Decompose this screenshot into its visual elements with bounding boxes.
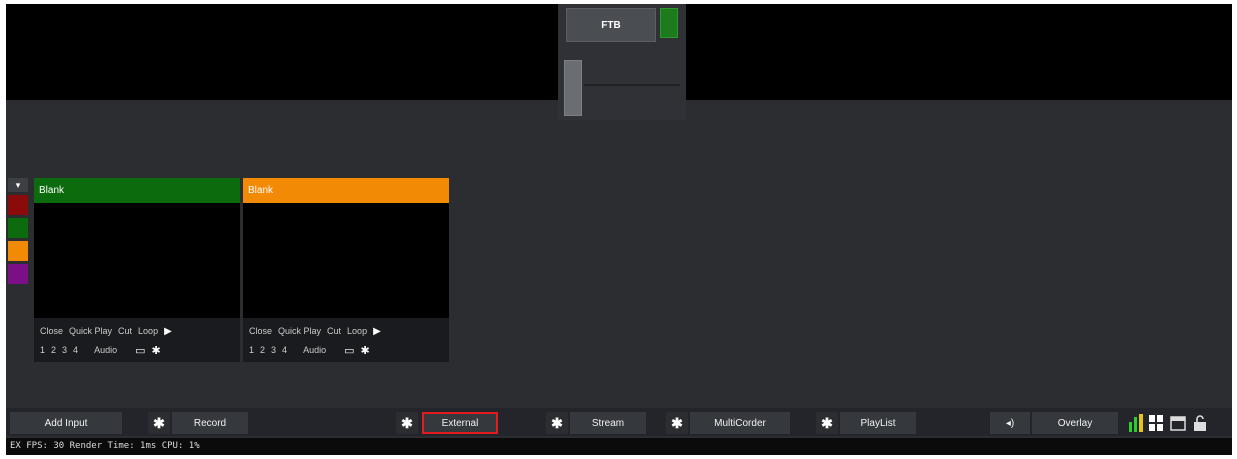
audio-button[interactable]: Audio (94, 345, 117, 355)
status-bar: EX FPS: 30 Render Time: 1ms CPU: 1% (6, 438, 1232, 455)
external-button[interactable]: External (422, 412, 498, 434)
overlay-3-button[interactable]: 3 (62, 345, 67, 355)
input-tile[interactable]: Blank Close Quick Play Cut Loop ▶ 1 2 3 … (34, 178, 240, 362)
close-button[interactable]: Close (249, 326, 272, 336)
audio-button[interactable]: Audio (303, 345, 326, 355)
cut-button[interactable]: Cut (327, 326, 341, 336)
play-icon[interactable]: ▶ (373, 326, 381, 337)
overlay-4-button[interactable]: 4 (282, 345, 287, 355)
color-filter-strip: ▾ (8, 178, 28, 287)
loop-button[interactable]: Loop (138, 326, 158, 336)
color-filter-purple[interactable] (8, 264, 28, 284)
playlist-settings-gear-icon[interactable]: ✱ (816, 412, 838, 434)
settings-gear-icon[interactable]: ✱ (152, 344, 161, 357)
overlay-button[interactable]: Overlay (1032, 412, 1118, 434)
bottom-toolbar: Add Input ✱ Record ✱ External ✱ Stream ✱… (6, 408, 1232, 436)
overlay-1-button[interactable]: 1 (40, 345, 45, 355)
color-filter-orange[interactable] (8, 241, 28, 261)
playlist-button[interactable]: PlayList (840, 412, 916, 434)
multicorder-settings-gear-icon[interactable]: ✱ (666, 412, 688, 434)
transition-panel: FTB (558, 4, 686, 120)
tbar-track (584, 84, 680, 86)
external-settings-gear-icon[interactable]: ✱ (396, 412, 418, 434)
stream-settings-gear-icon[interactable]: ✱ (546, 412, 568, 434)
ftb-button[interactable]: FTB (566, 8, 656, 42)
quick-play-button[interactable]: Quick Play (69, 326, 112, 336)
input-overlay-controls: 1 2 3 4 Audio ▭ ✱ (34, 340, 240, 360)
record-settings-gear-icon[interactable]: ✱ (148, 412, 170, 434)
input-preview[interactable] (34, 203, 240, 318)
close-button[interactable]: Close (40, 326, 63, 336)
app-window: FTB ▾ Blank Close Quick Play Cut Loop ▶ … (6, 4, 1232, 455)
overlay-4-button[interactable]: 4 (73, 345, 78, 355)
quick-play-button[interactable]: Quick Play (278, 326, 321, 336)
loop-button[interactable]: Loop (347, 326, 367, 336)
multiview-grid-icon[interactable] (1148, 414, 1164, 432)
stream-button[interactable]: Stream (570, 412, 646, 434)
multicorder-button[interactable]: MultiCorder (690, 412, 790, 434)
lock-icon[interactable] (1192, 414, 1208, 432)
speaker-icon[interactable]: ◂) (990, 412, 1030, 434)
ftb-indicator (660, 8, 678, 38)
input-controls: Close Quick Play Cut Loop ▶ (34, 322, 240, 340)
input-controls: Close Quick Play Cut Loop ▶ (243, 322, 449, 340)
tbar-handle[interactable] (564, 60, 582, 116)
monitor-icon[interactable]: ▭ (135, 344, 145, 357)
color-filter-green[interactable] (8, 218, 28, 238)
collapse-button[interactable]: ▾ (8, 178, 28, 192)
calendar-icon[interactable] (1170, 414, 1186, 432)
settings-gear-icon[interactable]: ✱ (361, 344, 370, 357)
input-tile[interactable]: Blank Close Quick Play Cut Loop ▶ 1 2 3 … (243, 178, 449, 362)
overlay-2-button[interactable]: 2 (51, 345, 56, 355)
color-filter-red[interactable] (8, 195, 28, 215)
input-preview[interactable] (243, 203, 449, 318)
audio-meter-icon[interactable] (1128, 414, 1144, 432)
input-overlay-controls: 1 2 3 4 Audio ▭ ✱ (243, 340, 449, 360)
monitor-icon[interactable]: ▭ (344, 344, 354, 357)
play-icon[interactable]: ▶ (164, 326, 172, 337)
add-input-button[interactable]: Add Input (10, 412, 122, 434)
preview-output[interactable] (6, 4, 558, 100)
overlay-1-button[interactable]: 1 (249, 345, 254, 355)
overlay-2-button[interactable]: 2 (260, 345, 265, 355)
input-title[interactable]: Blank (243, 178, 449, 203)
input-title[interactable]: Blank (34, 178, 240, 203)
cut-button[interactable]: Cut (118, 326, 132, 336)
overlay-3-button[interactable]: 3 (271, 345, 276, 355)
record-button[interactable]: Record (172, 412, 248, 434)
program-output[interactable] (686, 4, 1232, 100)
